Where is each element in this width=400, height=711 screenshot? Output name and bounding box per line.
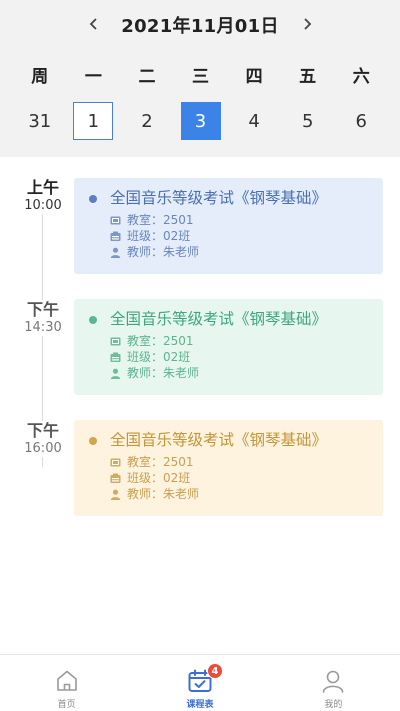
date-cell[interactable]: 5	[288, 102, 328, 140]
tab-timetable[interactable]: 4 课程表	[133, 655, 266, 711]
period-label: 上午	[26, 178, 59, 197]
classroom-info: 教室：2501	[110, 454, 194, 470]
teacher-text: 教师：朱老师	[127, 245, 200, 259]
class-text: 班级：02班	[127, 350, 191, 364]
teacher-icon	[110, 247, 121, 258]
time-label: 10:00	[24, 198, 62, 213]
weekday-label: 周	[31, 67, 49, 87]
calendar-header: 2021年11月01日 周 一 二 三 四 五 六 31 1 2 3 4 5 6	[0, 0, 400, 157]
teacher-icon	[110, 368, 121, 379]
course-title: 全国音乐等级考试《钢琴基础》	[110, 431, 328, 449]
classroom-text: 教室：2501	[127, 455, 194, 469]
weekday-label: 五	[299, 67, 317, 87]
month-switcher: 2021年11月01日	[0, 10, 400, 38]
time-slot-label: 上午 10:00	[18, 178, 68, 214]
calendar-check-icon: 4	[186, 663, 223, 695]
class-text: 班级：02班	[127, 229, 191, 243]
weekday-label: 二	[138, 67, 156, 87]
date-cell[interactable]: 4	[234, 102, 274, 140]
chevron-right-icon	[304, 18, 312, 30]
classroom-icon	[110, 336, 121, 347]
class-icon	[110, 231, 121, 242]
user-icon	[319, 667, 347, 695]
classroom-text: 教室：2501	[127, 334, 194, 348]
course-card[interactable]: 全国音乐等级考试《钢琴基础》 教室：2501 班级：02班 教师：朱老师	[74, 420, 383, 516]
weekday-label: 四	[245, 67, 263, 87]
tab-home[interactable]: 首页	[0, 655, 133, 711]
teacher-icon	[110, 489, 121, 500]
bullet-dot	[89, 195, 97, 203]
classroom-info: 教室：2501	[110, 333, 194, 349]
teacher-info: 教师：朱老师	[110, 365, 199, 381]
teacher-text: 教师：朱老师	[127, 366, 200, 380]
class-info: 班级：02班	[110, 470, 190, 486]
time-slot-label: 下午 16:00	[18, 421, 68, 457]
date-cell[interactable]: 2	[127, 102, 167, 140]
time-slot-label: 下午 14:30	[18, 300, 68, 336]
class-icon	[110, 473, 121, 484]
bullet-dot	[89, 437, 97, 445]
course-card[interactable]: 全国音乐等级考试《钢琴基础》 教室：2501 班级：02班 教师：朱老师	[74, 299, 383, 395]
current-date-title: 2021年11月01日	[121, 16, 279, 37]
period-label: 下午	[26, 421, 59, 440]
weekday-header-row: 周 一 二 三 四 五 六	[13, 64, 388, 90]
next-month-button[interactable]	[297, 14, 317, 34]
weekday-label: 六	[352, 67, 370, 87]
class-text: 班级：02班	[127, 471, 191, 485]
date-row: 31 1 2 3 4 5 6	[13, 102, 388, 140]
class-info: 班级：02班	[110, 228, 190, 244]
weekday-label: 一	[84, 67, 102, 87]
course-title: 全国音乐等级考试《钢琴基础》	[110, 189, 328, 207]
tab-home-label: 首页	[57, 700, 76, 710]
time-label: 16:00	[24, 441, 62, 456]
classroom-icon	[110, 457, 121, 468]
classroom-icon	[110, 215, 121, 226]
course-card[interactable]: 全国音乐等级考试《钢琴基础》 教室：2501 班级：02班 教师：朱老师	[74, 178, 383, 274]
class-info: 班级：02班	[110, 349, 190, 365]
course-title: 全国音乐等级考试《钢琴基础》	[110, 310, 328, 328]
date-cell[interactable]: 31	[20, 102, 60, 140]
notification-badge: 4	[206, 663, 223, 679]
class-icon	[110, 352, 121, 363]
period-label: 下午	[26, 300, 59, 319]
classroom-info: 教室：2501	[110, 212, 194, 228]
classroom-text: 教室：2501	[127, 213, 194, 227]
date-cell-today[interactable]: 1	[73, 102, 114, 140]
teacher-text: 教师：朱老师	[127, 487, 200, 501]
tab-timetable-label: 课程表	[186, 700, 214, 710]
home-icon	[53, 667, 81, 695]
tab-mine-label: 我的	[324, 700, 343, 710]
tab-mine[interactable]: 我的	[267, 655, 400, 711]
teacher-info: 教师：朱老师	[110, 486, 199, 502]
date-cell[interactable]: 6	[341, 102, 381, 140]
time-label: 14:30	[24, 320, 62, 335]
teacher-info: 教师：朱老师	[110, 244, 199, 260]
weekday-label: 三	[192, 67, 210, 87]
bullet-dot	[89, 316, 97, 324]
date-cell-selected[interactable]: 3	[180, 102, 221, 140]
bottom-tab-bar: 首页 4 课程表 我的	[0, 654, 400, 711]
